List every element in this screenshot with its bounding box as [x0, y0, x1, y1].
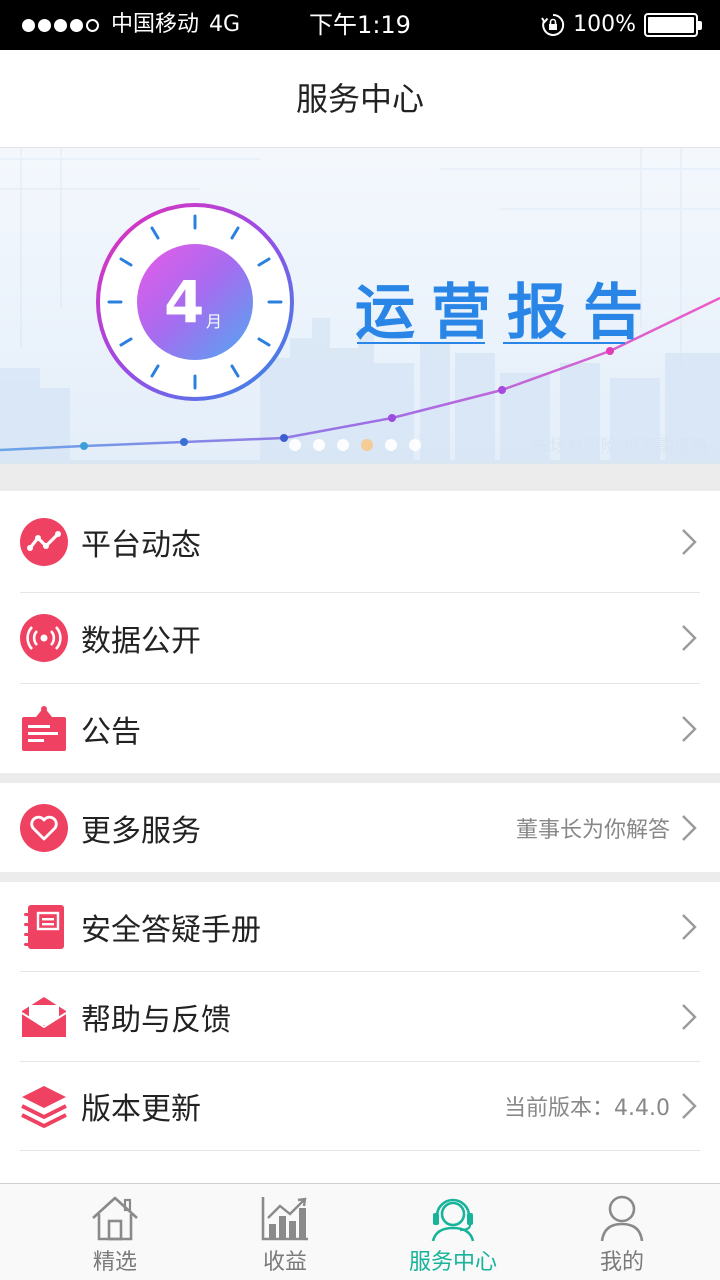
report-month-unit: 月	[206, 312, 223, 331]
heart-icon	[20, 803, 68, 852]
chevron-right-icon	[682, 715, 697, 742]
tab-featured[interactable]: 精选	[25, 1184, 205, 1280]
user-icon	[600, 1195, 644, 1242]
page-title: 服务中心	[295, 80, 424, 118]
broadcast-icon	[20, 614, 68, 662]
navigation-bar: 服务中心	[0, 50, 720, 148]
layers-icon	[21, 1086, 67, 1128]
section-divider	[0, 872, 720, 882]
pager-dot[interactable]	[385, 439, 397, 451]
chevron-right-icon	[682, 528, 697, 555]
notice-board-icon	[22, 705, 66, 751]
row-platform-news[interactable]: 平台动态	[0, 491, 720, 593]
banner-pager[interactable]	[289, 439, 421, 451]
report-month-number: 4	[164, 268, 205, 336]
pager-dot[interactable]	[313, 439, 325, 451]
pager-dot[interactable]	[361, 439, 373, 451]
operations-report-banner[interactable]: 4 月 运营报告 市场有风险 投资需谨慎	[0, 148, 720, 464]
chevron-right-icon	[682, 1003, 697, 1030]
row-data-disclosure[interactable]: 数据公开	[0, 593, 720, 684]
row-label: 更多服务	[81, 813, 201, 849]
row-label: 数据公开	[81, 624, 201, 659]
row-help-feedback[interactable]: 帮助与反馈	[0, 972, 720, 1062]
pager-dot[interactable]	[289, 439, 301, 451]
chevron-right-icon	[682, 814, 697, 841]
tab-label: 我的	[599, 1250, 644, 1275]
row-label: 公告	[81, 714, 141, 750]
tab-earnings[interactable]: 收益	[195, 1184, 375, 1280]
home-icon	[92, 1196, 138, 1241]
section-divider	[0, 773, 720, 783]
tab-label: 精选	[92, 1250, 137, 1275]
tab-label: 收益	[262, 1250, 307, 1275]
tab-service-center[interactable]: 服务中心	[363, 1184, 543, 1280]
row-label: 帮助与反馈	[81, 1002, 231, 1038]
pager-dot[interactable]	[337, 439, 349, 451]
notebook-icon	[24, 904, 64, 949]
rotation-lock-icon	[541, 13, 565, 36]
battery-icon	[644, 13, 702, 37]
bottom-tab-bar: 精选 收益 服务中心 我的	[0, 1183, 720, 1280]
row-label: 安全答疑手册	[81, 912, 261, 948]
tab-mine[interactable]: 我的	[532, 1184, 712, 1280]
section-divider	[0, 464, 720, 491]
risk-disclaimer: 市场有风险 投资需谨慎	[532, 437, 708, 457]
trend-icon	[20, 517, 68, 566]
chart-icon	[261, 1197, 308, 1241]
tab-label: 服务中心	[408, 1250, 497, 1275]
chairman-answers-hint: 董事长为你解答	[515, 817, 670, 843]
pager-dot[interactable]	[409, 439, 421, 451]
row-version-update[interactable]: 版本更新 当前版本：4.4.0	[0, 1062, 720, 1151]
row-security-faq[interactable]: 安全答疑手册	[0, 882, 720, 972]
chevron-right-icon	[682, 625, 697, 651]
chevron-right-icon	[682, 913, 697, 940]
battery-percent: 100%	[573, 12, 636, 37]
chevron-right-icon	[682, 1093, 697, 1119]
envelope-icon	[21, 996, 67, 1037]
row-label: 版本更新	[81, 1092, 201, 1127]
row-more-services[interactable]: 更多服务 董事长为你解答	[0, 783, 720, 872]
row-label: 平台动态	[81, 527, 201, 563]
banner-title: 运营报告	[355, 278, 659, 348]
row-announcements[interactable]: 公告	[0, 684, 720, 773]
headset-icon	[431, 1198, 475, 1242]
status-bar: 中国移动 4G 下午1:19 100%	[0, 0, 720, 50]
current-version: 当前版本：4.4.0	[504, 1096, 670, 1121]
